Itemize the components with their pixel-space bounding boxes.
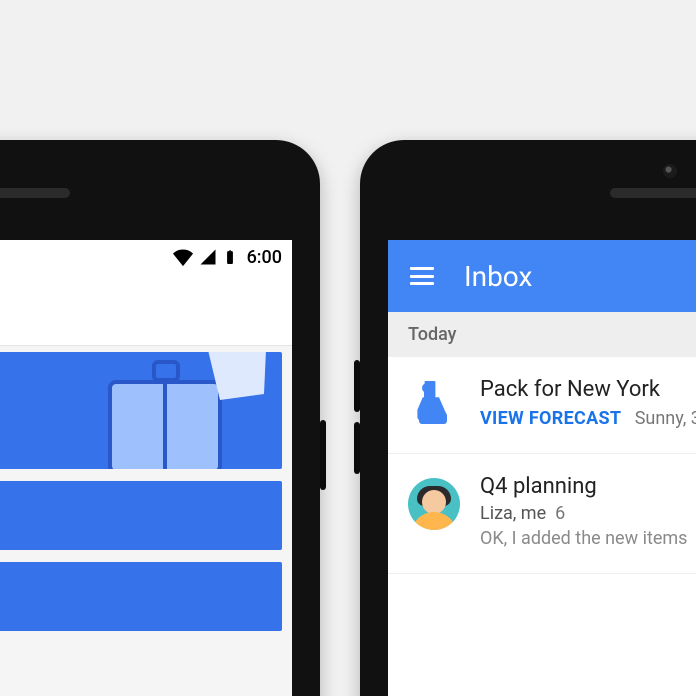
screen-right: Inbox Today Pack for New York VIEW FOREC… — [388, 240, 696, 696]
reminder-title: nit expenses — [0, 584, 264, 609]
view-forecast-link[interactable]: VIEW FORECAST — [480, 408, 621, 429]
phone-frame-right: Inbox Today Pack for New York VIEW FOREC… — [360, 140, 696, 696]
speaker-grille — [0, 188, 70, 198]
thread-subject: Q4 planning — [480, 474, 696, 499]
reminder-card[interactable]: p meeting — [0, 481, 282, 550]
reminder-title: Pack for New York — [480, 377, 696, 402]
appbar-title-fragment: inders — [0, 274, 292, 346]
speaker-grille — [610, 188, 696, 198]
inbox-item-reminder[interactable]: Pack for New York VIEW FORECAST Sunny, 3… — [388, 357, 696, 454]
reminder-card[interactable]: nit expenses — [0, 562, 282, 631]
forecast-snippet: Sunny, 35 — [626, 408, 696, 429]
avatar — [408, 478, 460, 530]
reminders-list: for New York ORECAST Sunny, 35°F p meeti… — [0, 346, 292, 696]
menu-icon[interactable] — [410, 267, 434, 285]
status-bar: 6:00 — [0, 240, 292, 274]
screen-left: 6:00 inders for New York ORECAST Sunny, … — [0, 240, 292, 696]
thread-snippet: OK, I added the new items — [480, 528, 696, 549]
reminder-title: p meeting — [0, 503, 264, 528]
thread-message-count: 6 — [551, 503, 566, 524]
volume-up-button — [354, 360, 360, 412]
app-bar: Inbox — [388, 240, 696, 312]
phone-frame-left: 6:00 inders for New York ORECAST Sunny, … — [0, 140, 320, 696]
inbox-item-thread[interactable]: Q4 planning Liza, me 6 OK, I added the n… — [388, 454, 696, 574]
front-camera — [663, 164, 677, 178]
reminder-card-nyc[interactable]: for New York ORECAST Sunny, 35°F — [0, 352, 282, 469]
power-button — [320, 420, 326, 490]
suitcase-illustration — [90, 352, 270, 469]
wifi-icon — [173, 247, 193, 267]
reminder-icon — [416, 381, 452, 425]
cellular-icon — [199, 248, 217, 266]
section-header-today: Today — [388, 312, 696, 357]
app-bar-title: Inbox — [464, 260, 532, 293]
thread-participants: Liza, me — [480, 503, 546, 524]
battery-icon — [223, 247, 237, 267]
volume-down-button — [354, 422, 360, 474]
status-time: 6:00 — [247, 247, 282, 268]
inbox-list: Pack for New York VIEW FORECAST Sunny, 3… — [388, 357, 696, 574]
